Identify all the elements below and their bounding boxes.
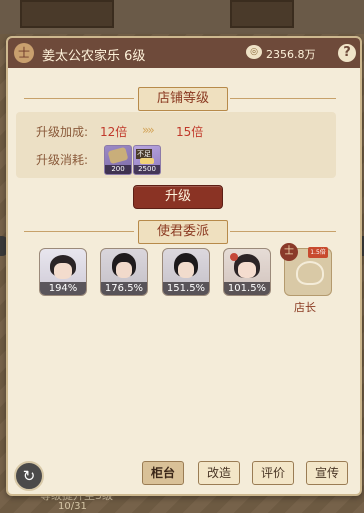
- shop-emblem-icon: 士: [14, 43, 34, 63]
- shop-level-title: 店铺等级: [138, 87, 228, 111]
- refresh-icon[interactable]: ↻: [14, 461, 44, 491]
- empty-avatar-icon: [296, 261, 324, 285]
- envoy-bonus: 101.5%: [224, 282, 270, 295]
- upgrade-button[interactable]: 升级: [133, 185, 223, 209]
- coin-value: 2356.8万: [266, 48, 316, 61]
- help-button[interactable]: ?: [338, 44, 356, 62]
- envoy-card[interactable]: 151.5%: [162, 248, 210, 296]
- tab-promote[interactable]: 宣传: [306, 461, 348, 485]
- item-count: 2500: [134, 165, 160, 174]
- bg-building: [20, 0, 114, 28]
- shop-name: 姜太公农家乐 6级: [42, 49, 146, 64]
- coin-icon: ◎: [246, 45, 262, 59]
- upgrade-info-box: [16, 112, 336, 178]
- manager-label: 店长: [294, 301, 316, 314]
- bg-quest-progress: 10/31: [58, 501, 87, 512]
- section-divider: [24, 231, 134, 232]
- envoy-card[interactable]: 101.5%: [223, 248, 271, 296]
- manager-emblem-icon: 士: [280, 243, 298, 261]
- item-count: 200: [105, 165, 131, 174]
- envoy-card[interactable]: 194%: [39, 248, 87, 296]
- tab-counter[interactable]: 柜台: [142, 461, 184, 485]
- section-divider: [230, 98, 336, 99]
- shortage-item-icon[interactable]: 不足 2500: [133, 145, 161, 175]
- bonus-next: 15倍: [176, 125, 204, 139]
- envoy-bonus: 194%: [40, 282, 86, 295]
- section-divider: [230, 231, 336, 232]
- bonus-arrows: »»: [142, 123, 155, 137]
- panel-header: 士 姜太公农家乐 6级 ◎ 2356.8万 ?: [8, 38, 360, 68]
- envoy-title: 使君委派: [138, 220, 228, 244]
- tab-renovate[interactable]: 改造: [198, 461, 240, 485]
- envoy-bonus: 176.5%: [101, 282, 147, 295]
- tab-review[interactable]: 评价: [252, 461, 294, 485]
- section-divider: [24, 98, 134, 99]
- bonus-current: 12倍: [100, 125, 128, 139]
- bonus-label: 升级加成:: [36, 125, 89, 139]
- bg-building: [230, 0, 294, 28]
- grain-item-icon[interactable]: 200: [104, 145, 132, 175]
- cost-label: 升级消耗:: [36, 153, 89, 167]
- envoy-bonus: 151.5%: [163, 282, 209, 295]
- envoy-card[interactable]: 176.5%: [100, 248, 148, 296]
- manager-multiplier-badge: 1.5倍: [308, 247, 328, 258]
